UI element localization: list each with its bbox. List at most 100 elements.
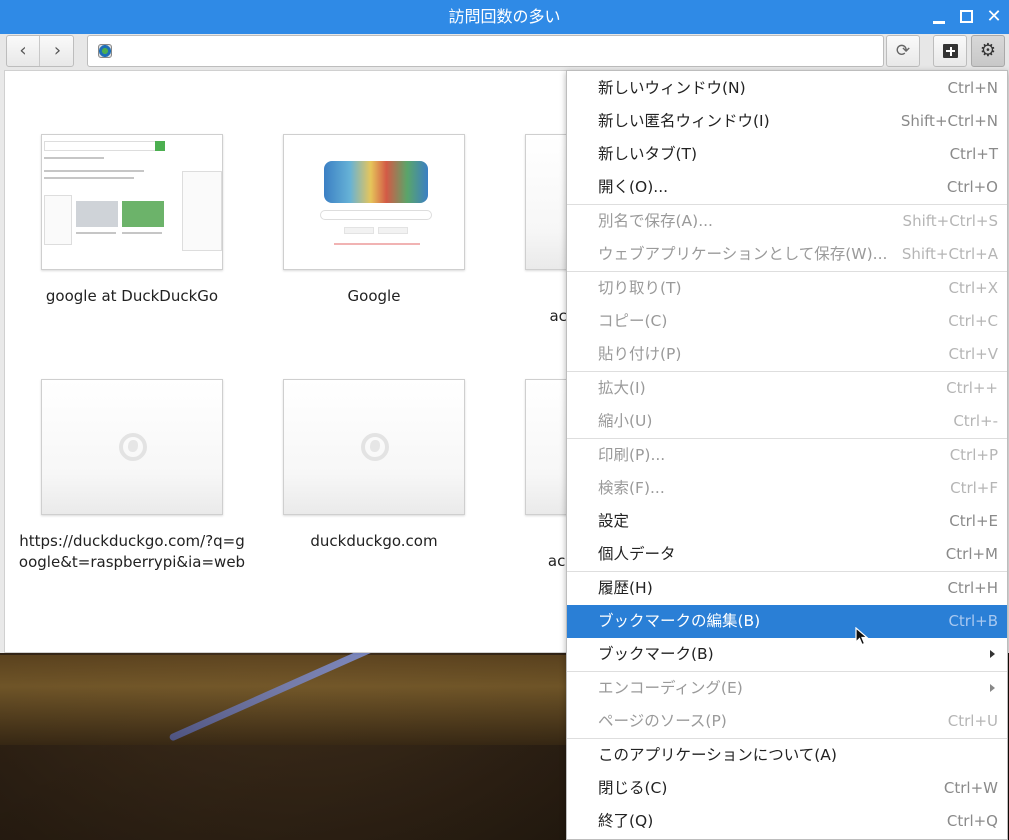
menu-item-label: 開く(O)... (598, 178, 669, 196)
thumb-search-button (155, 141, 165, 151)
menu-item-label: 個人データ (598, 545, 676, 563)
navigation-buttons: ‹ › (6, 35, 74, 67)
thumb-text-line (44, 177, 134, 179)
menu-item-bookmarks[interactable]: ブックマーク(B) (567, 638, 1007, 671)
address-bar[interactable] (87, 35, 884, 67)
menu-item-personal-data[interactable]: 個人データ Ctrl+M (567, 538, 1007, 571)
thumb-text-line (76, 232, 116, 234)
maximize-icon (960, 10, 973, 23)
menu-item-label: 設定 (598, 512, 630, 530)
menu-item-label: 閉じる(C) (598, 779, 668, 797)
menu-item-zoom-in[interactable]: 拡大(I) Ctrl++ (567, 372, 1007, 405)
menu-item-shortcut: Ctrl+Q (946, 812, 998, 830)
menu-item-shortcut: Ctrl+- (953, 412, 998, 430)
menu-item-history[interactable]: 履歴(H) Ctrl+H (567, 572, 1007, 605)
menu-item-label: ブックマーク(B) (598, 645, 714, 663)
tile-thumbnail[interactable] (283, 134, 465, 270)
menu-item-shortcut: Ctrl+T (949, 145, 998, 163)
tile-title: duckduckgo.com (310, 532, 438, 550)
menu-item-save-as[interactable]: 別名で保存(A)... Shift+Ctrl+S (567, 205, 1007, 238)
menu-item-save-as-web-app[interactable]: ウェブアプリケーションとして保存(W)... Shift+Ctrl+A (567, 238, 1007, 271)
chevron-right-icon: › (53, 40, 62, 61)
menu-item-label: 切り取り(T) (598, 279, 682, 297)
site-globe-icon (98, 44, 112, 58)
menu-item-label: コピー(C) (598, 312, 668, 330)
tile-thumbnail[interactable] (41, 134, 223, 270)
tile-thumbnail[interactable] (283, 379, 465, 515)
new-tab-button[interactable] (933, 35, 967, 67)
url-input[interactable] (118, 36, 878, 66)
menu-item-encoding[interactable]: エンコーディング(E) (567, 672, 1007, 705)
menu-item-shortcut: Ctrl+V (948, 345, 998, 363)
back-button[interactable]: ‹ (7, 36, 40, 66)
menu-item-label: 新しいウィンドウ(N) (598, 79, 746, 97)
menu-item-close[interactable]: 閉じる(C) Ctrl+W (567, 772, 1007, 805)
menu-item-open[interactable]: 開く(O)... Ctrl+O (567, 171, 1007, 204)
menu-item-shortcut: Ctrl+C (948, 312, 998, 330)
menu-item-shortcut: Ctrl+B (948, 612, 998, 630)
menu-item-label: 新しいタブ(T) (598, 145, 698, 163)
globe-icon (361, 433, 389, 461)
menu-item-shortcut: Ctrl++ (946, 379, 998, 397)
title-bar[interactable]: 訪問回数の多い ✕ (0, 0, 1009, 34)
menu-item-new-tab[interactable]: 新しいタブ(T) Ctrl+T (567, 138, 1007, 171)
close-button[interactable]: ✕ (983, 6, 1005, 28)
menu-item-print[interactable]: 印刷(P)... Ctrl+P (567, 439, 1007, 472)
menu-item-label: ブックマークの編集(B) (598, 612, 761, 630)
forward-button[interactable]: › (41, 36, 74, 66)
menu-item-new-incognito-window[interactable]: 新しい匿名ウィンドウ(I) Shift+Ctrl+N (567, 105, 1007, 138)
menu-item-find[interactable]: 検索(F)... Ctrl+F (567, 472, 1007, 505)
menu-item-quit[interactable]: 終了(Q) Ctrl+Q (567, 805, 1007, 838)
gear-icon: ⚙ (979, 40, 997, 61)
reload-button[interactable]: ⟳ (886, 35, 920, 67)
menu-item-shortcut: Ctrl+P (949, 446, 998, 464)
minimize-button[interactable] (928, 6, 950, 28)
thumb-search-bar (44, 141, 164, 151)
menu-item-about[interactable]: このアプリケーションについて(A) (567, 739, 1007, 772)
menu-item-shortcut: Shift+Ctrl+A (901, 245, 998, 263)
menu-item-shortcut: Ctrl+H (947, 579, 998, 597)
menu-item-label: ウェブアプリケーションとして保存(W)... (598, 245, 888, 263)
menu-item-new-window[interactable]: 新しいウィンドウ(N) Ctrl+N (567, 72, 1007, 105)
maximize-button[interactable] (955, 6, 977, 28)
menu-item-paste[interactable]: 貼り付け(P) Ctrl+V (567, 338, 1007, 371)
menu-item-label: 新しい匿名ウィンドウ(I) (598, 112, 770, 130)
thumb-button (378, 227, 408, 234)
menu-item-shortcut: Shift+Ctrl+S (902, 212, 998, 230)
thumb-text-line (44, 157, 104, 159)
menu-item-label: 履歴(H) (598, 579, 653, 597)
menu-item-label: 拡大(I) (598, 379, 646, 397)
menu-item-label: 検索(F)... (598, 479, 665, 497)
settings-button[interactable]: ⚙ (971, 35, 1005, 67)
app-menu: 新しいウィンドウ(N) Ctrl+N 新しい匿名ウィンドウ(I) Shift+C… (566, 70, 1008, 840)
submenu-arrow-icon (990, 650, 995, 658)
menu-item-page-source[interactable]: ページのソース(P) Ctrl+U (567, 705, 1007, 738)
thumb-search-box (320, 210, 432, 220)
tile-thumbnail[interactable] (41, 379, 223, 515)
menu-item-shortcut: Ctrl+W (943, 779, 998, 797)
menu-item-settings[interactable]: 設定 Ctrl+E (567, 505, 1007, 538)
menu-item-zoom-out[interactable]: 縮小(U) Ctrl+- (567, 405, 1007, 438)
menu-item-label: このアプリケーションについて(A) (598, 746, 837, 764)
tile-title: Google (347, 287, 401, 305)
new-tab-icon (943, 44, 958, 58)
menu-item-label: 印刷(P)... (598, 446, 666, 464)
menu-item-label: 貼り付け(P) (598, 345, 682, 363)
menu-item-shortcut: Ctrl+X (948, 279, 998, 297)
menu-item-shortcut: Ctrl+O (946, 178, 998, 196)
menu-item-cut[interactable]: 切り取り(T) Ctrl+X (567, 272, 1007, 305)
thumb-image (122, 201, 164, 227)
minimize-icon (933, 21, 945, 24)
thumb-text-line (334, 243, 420, 245)
menu-item-shortcut: Ctrl+M (945, 545, 998, 563)
tile-title: https://duckduckgo.com/?q=google&t=raspb… (18, 532, 246, 571)
menu-item-copy[interactable]: コピー(C) Ctrl+C (567, 305, 1007, 338)
reload-icon: ⟳ (895, 41, 911, 61)
thumb-text-line (44, 170, 144, 172)
globe-icon (119, 433, 147, 461)
thumb-google-doodle (324, 161, 428, 203)
menu-item-label: 終了(Q) (598, 812, 654, 830)
menu-item-edit-bookmarks[interactable]: ブックマークの編集(B) Ctrl+B (567, 605, 1007, 638)
menu-item-shortcut: Ctrl+N (947, 79, 998, 97)
wallpaper-grass (0, 655, 570, 745)
